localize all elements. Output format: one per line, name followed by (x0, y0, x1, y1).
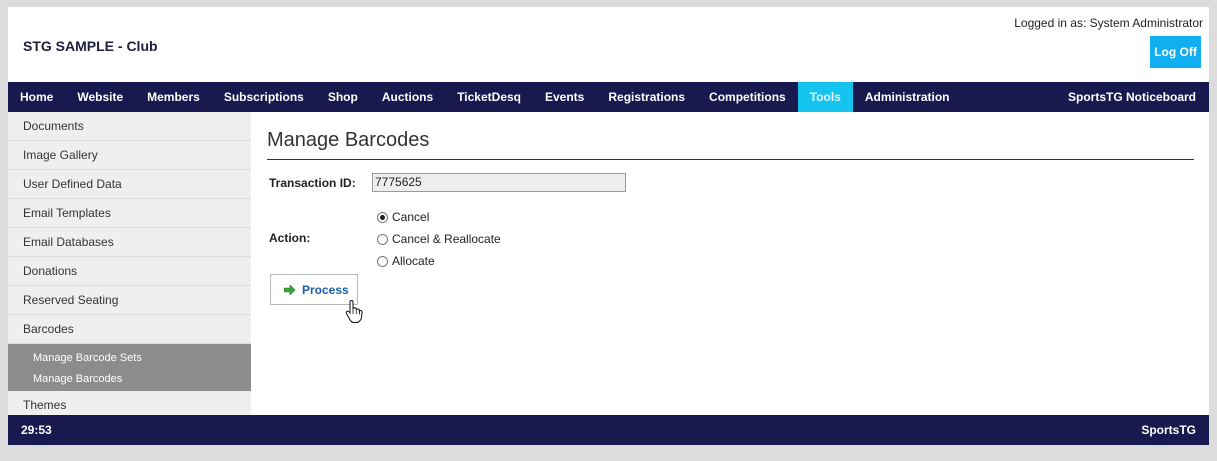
footer-brand: SportsTG (1141, 423, 1196, 437)
nav-administration[interactable]: Administration (853, 82, 962, 112)
radio-cancel-dot[interactable] (377, 211, 388, 223)
logoff-button[interactable]: Log Off (1150, 36, 1201, 68)
nav-auctions[interactable]: Auctions (370, 82, 445, 112)
radio-allocate-label: Allocate (392, 254, 435, 268)
app-frame: STG SAMPLE - Club Logged in as: System A… (8, 7, 1209, 445)
radio-allocate[interactable]: Allocate (377, 250, 501, 272)
page-title: Manage Barcodes (267, 129, 1194, 160)
transaction-id-field[interactable]: 7775625 (372, 173, 626, 192)
nav-home[interactable]: Home (8, 82, 65, 112)
sidebar-item-documents[interactable]: Documents (8, 112, 251, 141)
sidebar-item-image-gallery[interactable]: Image Gallery (8, 141, 251, 170)
sidebar-item-reserved-seating[interactable]: Reserved Seating (8, 286, 251, 315)
logged-in-text: Logged in as: System Administrator (1014, 16, 1203, 30)
radio-cancel-reallocate[interactable]: Cancel & Reallocate (377, 228, 501, 250)
sidebar-submenu: Manage Barcode Sets Manage Barcodes (8, 344, 251, 391)
nav-shop[interactable]: Shop (316, 82, 370, 112)
sidebar-subitem-manage-barcode-sets[interactable]: Manage Barcode Sets (8, 347, 251, 368)
nav-members[interactable]: Members (135, 82, 212, 112)
footer: 29:53 SportsTG (8, 415, 1209, 445)
sidebar-item-donations[interactable]: Donations (8, 257, 251, 286)
action-radio-group: Cancel Cancel & Reallocate Allocate (377, 206, 501, 272)
radio-allocate-dot[interactable] (377, 255, 388, 267)
nav-registrations[interactable]: Registrations (596, 82, 697, 112)
nav-tools[interactable]: Tools (797, 82, 853, 112)
sidebar-item-barcodes[interactable]: Barcodes (8, 315, 251, 344)
sidebar-subitem-manage-barcodes[interactable]: Manage Barcodes (8, 368, 251, 389)
header: STG SAMPLE - Club Logged in as: System A… (8, 7, 1209, 82)
nav-competitions[interactable]: Competitions (697, 82, 798, 112)
radio-cancel-label: Cancel (392, 210, 430, 224)
action-label: Action: (269, 231, 311, 245)
sidebar-item-email-databases[interactable]: Email Databases (8, 228, 251, 257)
nav-noticeboard[interactable]: SportsTG Noticeboard (1068, 82, 1209, 112)
radio-cancel[interactable]: Cancel (377, 206, 501, 228)
nav-events[interactable]: Events (533, 82, 596, 112)
sidebar: Documents Image Gallery User Defined Dat… (8, 112, 251, 420)
session-timer: 29:53 (21, 423, 52, 437)
process-button-label: Process (302, 282, 349, 297)
main-nav: Home Website Members Subscriptions Shop … (8, 82, 1209, 112)
nav-subscriptions[interactable]: Subscriptions (212, 82, 316, 112)
hand-cursor-icon (345, 300, 363, 323)
arrow-right-icon (284, 284, 296, 295)
transaction-id-label: Transaction ID: (269, 176, 356, 190)
sidebar-item-email-templates[interactable]: Email Templates (8, 199, 251, 228)
sidebar-item-user-defined-data[interactable]: User Defined Data (8, 170, 251, 199)
radio-cancel-reallocate-dot[interactable] (377, 233, 388, 245)
main-content: Manage Barcodes Transaction ID: 7775625 … (267, 112, 1194, 323)
radio-cancel-reallocate-label: Cancel & Reallocate (392, 232, 501, 246)
nav-ticketdesq[interactable]: TicketDesq (445, 82, 533, 112)
club-title: STG SAMPLE - Club (23, 38, 158, 54)
nav-website[interactable]: Website (65, 82, 135, 112)
